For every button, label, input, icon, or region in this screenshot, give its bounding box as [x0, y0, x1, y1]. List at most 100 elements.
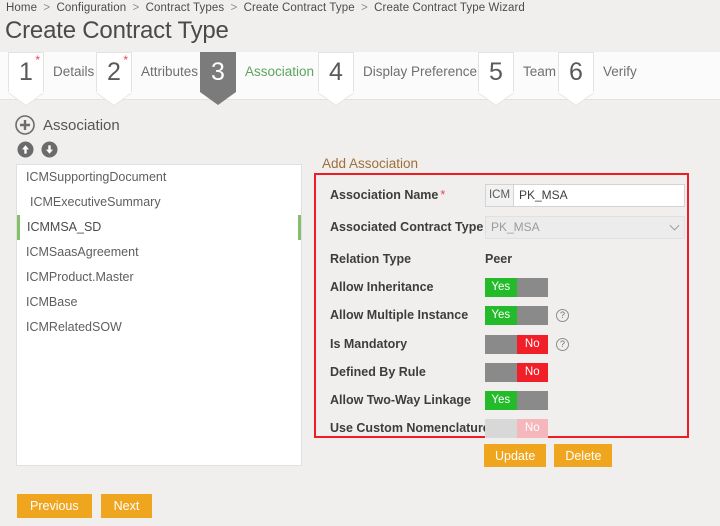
next-button[interactable]: Next — [101, 494, 153, 518]
toggle-knob — [517, 391, 549, 410]
list-reorder-controls — [17, 141, 58, 158]
form-row-relation-type: Relation Type Peer — [330, 247, 512, 271]
wizard-step-label: Attributes — [141, 64, 198, 79]
wizard-step-number: 6 — [569, 60, 583, 85]
wizard-step-team[interactable]: 5Team — [478, 52, 556, 100]
toggle-allow-inheritance[interactable]: Yes — [485, 278, 548, 297]
list-item[interactable]: ICMMSA_SD — [17, 215, 301, 240]
arrow-up-icon[interactable] — [17, 141, 34, 158]
wizard-step-badge: 2* — [96, 52, 132, 92]
toggle-knob — [517, 278, 549, 297]
list-item[interactable]: ICMBase — [17, 290, 301, 315]
toggle-knob — [485, 363, 517, 382]
list-item[interactable]: ICMProduct.Master — [17, 265, 301, 290]
wizard-step-label: Verify — [603, 64, 637, 79]
wizard-step-label: Details — [53, 64, 94, 79]
help-icon[interactable]: ? — [556, 338, 569, 351]
toggle-use-custom-nomenclature: No — [485, 419, 548, 438]
form-row-allow-two-way-linkage: Allow Two-Way LinkageYes — [330, 388, 548, 412]
form-row-use-custom-nomenclature: Use Custom Nomenclature No — [330, 416, 548, 440]
wizard-nav-buttons: Previous Next — [17, 494, 152, 518]
wizard-step-association[interactable]: 3 Association — [200, 52, 314, 100]
toggle-state-text: Yes — [485, 391, 517, 410]
breadcrumb-item-create-contract-type-wizard[interactable]: Create Contract Type Wizard — [374, 2, 525, 14]
form-row-association-name: Association Name* ICM — [330, 183, 685, 207]
wizard-step-display-preference[interactable]: 4 Display Preference — [318, 52, 477, 100]
form-row-defined-by-rule: Defined By Rule No — [330, 360, 548, 384]
wizard-step-verify[interactable]: 6 Verify — [558, 52, 637, 100]
associated-contract-type-label: Associated Contract Type* — [330, 220, 485, 234]
required-marker: * — [35, 54, 40, 66]
toggle-knob — [485, 335, 517, 354]
toggle-knob — [517, 306, 549, 325]
wizard-step-label: Display Preference — [363, 64, 477, 79]
page-title: Create Contract Type — [5, 17, 229, 45]
breadcrumb-item-configuration[interactable]: Configuration — [57, 2, 127, 14]
form-row-associated-contract-type: Associated Contract Type* PK_MSA — [330, 215, 685, 239]
delete-button[interactable]: Delete — [554, 444, 612, 467]
add-association-title: Add Association — [322, 156, 418, 171]
association-name-input[interactable] — [513, 184, 685, 207]
list-item[interactable]: ICMSaasAgreement — [17, 240, 301, 265]
wizard-step-badge: 5 — [478, 52, 514, 92]
list-item[interactable]: ICMRelatedSOW — [17, 315, 301, 340]
wizard-step-number: 3 — [211, 60, 225, 85]
breadcrumb-item-home[interactable]: Home — [6, 2, 37, 14]
toggle-label: Defined By Rule — [330, 365, 485, 379]
toggle-is-mandatory[interactable]: No — [485, 335, 548, 354]
wizard-step-badge: 4 — [318, 52, 354, 92]
relation-type-label: Relation Type — [330, 252, 485, 266]
toggle-label: Allow Two-Way Linkage — [330, 393, 485, 407]
toggle-label: Allow Multiple Instance — [330, 308, 485, 322]
toggle-state-text: No — [517, 363, 549, 382]
toggle-allow-two-way-linkage[interactable]: Yes — [485, 391, 548, 410]
toggle-state-text: Yes — [485, 306, 517, 325]
wizard-step-number: 2 — [107, 60, 121, 85]
breadcrumb-separator: > — [133, 2, 140, 14]
association-name-label: Association Name* — [330, 188, 485, 202]
list-item[interactable]: ICMExecutiveSummary — [17, 190, 301, 215]
breadcrumb-separator: > — [361, 2, 368, 14]
toggle-label: Allow Inheritance — [330, 280, 485, 294]
associated-contract-type-select[interactable]: PK_MSA — [485, 216, 685, 239]
breadcrumb-item-create-contract-type[interactable]: Create Contract Type — [244, 2, 355, 14]
required-marker: * — [123, 54, 128, 66]
toggle-knob — [485, 419, 517, 438]
toggle-state-text: No — [517, 335, 549, 354]
help-icon[interactable]: ? — [556, 309, 569, 322]
wizard-step-badge: 3 — [200, 52, 236, 92]
breadcrumb: Home > Configuration > Contract Types > … — [6, 2, 525, 14]
wizard-steps: 1*Details2*Attributes3Association4Displa… — [0, 52, 720, 100]
association-list[interactable]: ICMSupportingDocumentICMExecutiveSummary… — [16, 164, 302, 466]
arrow-down-icon[interactable] — [41, 141, 58, 158]
previous-button[interactable]: Previous — [17, 494, 92, 518]
association-header: Association — [15, 115, 120, 135]
wizard-step-badge: 1* — [8, 52, 44, 92]
wizard-step-number: 1 — [19, 60, 33, 85]
wizard-step-details[interactable]: 1* Details — [8, 52, 94, 100]
toggle-label: Use Custom Nomenclature — [330, 421, 485, 435]
form-row-allow-inheritance: Allow InheritanceYes — [330, 275, 548, 299]
form-row-is-mandatory: Is Mandatory No? — [330, 332, 569, 356]
wizard-step-label: Association — [245, 64, 314, 79]
wizard-step-number: 5 — [489, 60, 503, 85]
panel-action-buttons: Update Delete — [484, 444, 612, 467]
wizard-step-attributes[interactable]: 2* Attributes — [96, 52, 198, 100]
toggle-allow-multiple-instance[interactable]: Yes — [485, 306, 548, 325]
chevron-down-icon — [670, 221, 680, 231]
update-button[interactable]: Update — [484, 444, 546, 467]
toggle-state-text: Yes — [485, 278, 517, 297]
toggle-state-text: No — [517, 419, 549, 438]
toggle-label: Is Mandatory — [330, 337, 485, 351]
toggle-defined-by-rule[interactable]: No — [485, 363, 548, 382]
association-title: Association — [43, 117, 120, 134]
plus-circle-icon[interactable] — [15, 115, 35, 135]
association-name-prefix: ICM — [485, 184, 513, 207]
list-item[interactable]: ICMSupportingDocument — [17, 165, 301, 190]
association-name-input-wrap: ICM — [485, 184, 685, 207]
add-association-panel: Association Name* ICM Associated Contrac… — [314, 173, 689, 438]
breadcrumb-item-contract-types[interactable]: Contract Types — [146, 2, 225, 14]
wizard-step-number: 4 — [329, 60, 343, 85]
breadcrumb-separator: > — [43, 2, 50, 14]
form-row-allow-multiple-instance: Allow Multiple InstanceYes? — [330, 303, 569, 327]
